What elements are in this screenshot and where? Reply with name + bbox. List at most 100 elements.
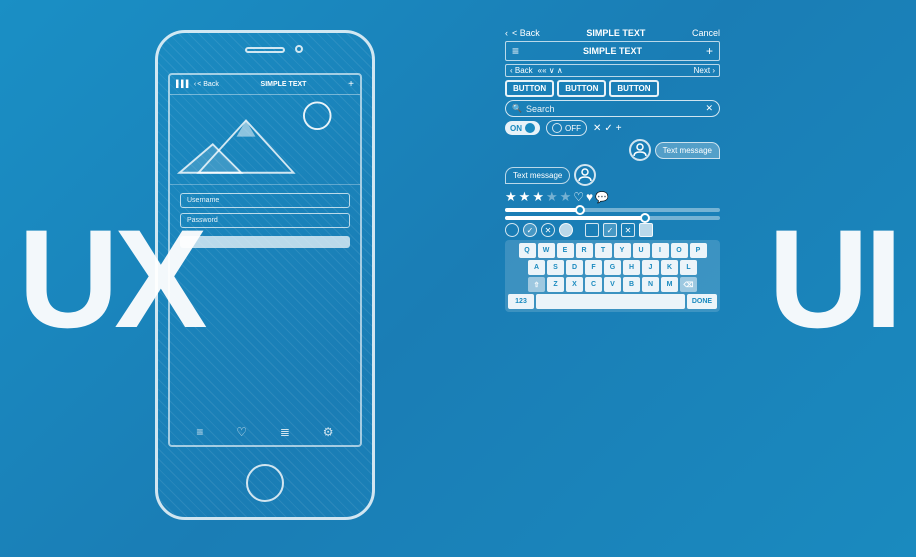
key-u[interactable]: U (633, 243, 650, 258)
signal-icon: ▌▌▌ (176, 81, 191, 88)
slider-1-track[interactable] (505, 208, 720, 212)
search-input[interactable]: Search (526, 104, 701, 114)
key-i[interactable]: I (652, 243, 669, 258)
key-k[interactable]: K (661, 260, 678, 275)
nav-heart-icon[interactable]: ♡ (236, 425, 247, 439)
key-g[interactable]: G (604, 260, 621, 275)
key-f[interactable]: F (585, 260, 602, 275)
checkbox-x-1[interactable]: ✕ (621, 223, 635, 237)
phone-plus-button[interactable]: + (348, 79, 354, 90)
key-z[interactable]: Z (547, 277, 564, 292)
phone-home-button[interactable] (246, 464, 284, 502)
key-space[interactable] (536, 294, 685, 309)
key-h[interactable]: H (623, 260, 640, 275)
bread-chevrons[interactable]: «« ∨ ∧ (538, 66, 563, 75)
key-y[interactable]: Y (614, 243, 631, 258)
checkbox-check-1[interactable]: ✓ (603, 223, 617, 237)
radio-filled-1[interactable] (559, 223, 573, 237)
phone-back-button[interactable]: ‹ < Back (194, 81, 219, 88)
sender-avatar (629, 139, 651, 161)
menu-plus[interactable]: + (706, 44, 713, 58)
key-p[interactable]: P (690, 243, 707, 258)
key-shift[interactable]: ⇧ (528, 277, 545, 292)
heart-empty-1[interactable]: ♡ (573, 190, 584, 204)
phone-image-area (170, 95, 360, 185)
key-backspace[interactable]: ⌫ (680, 277, 697, 292)
menu-icon[interactable]: ≡ (512, 44, 519, 58)
phone-login-button[interactable] (180, 236, 350, 248)
slider-2-track[interactable] (505, 216, 720, 220)
keyboard-row-2: A S D F G H J K L (508, 260, 717, 275)
key-q[interactable]: Q (519, 243, 536, 258)
buttons-row: BUTTON BUTTON BUTTON (505, 80, 720, 97)
toggle-row: ON OFF ✕ ✓ + (505, 120, 720, 136)
phone-title: SIMPLE TEXT (219, 81, 348, 88)
key-123[interactable]: 123 (508, 294, 534, 309)
star-3[interactable]: ★ (532, 189, 544, 205)
key-t[interactable]: T (595, 243, 612, 258)
key-j[interactable]: J (642, 260, 659, 275)
key-w[interactable]: W (538, 243, 555, 258)
button-3[interactable]: BUTTON (609, 80, 658, 97)
avatar-icon-2 (577, 167, 593, 183)
toggle-off-circle (552, 123, 562, 133)
key-d[interactable]: D (566, 260, 583, 275)
cancel-button[interactable]: Cancel (692, 28, 720, 38)
back-label[interactable]: < Back (512, 28, 540, 38)
keyboard: Q W E R T Y U I O P A S D F G H J K L (505, 240, 720, 312)
star-2[interactable]: ★ (519, 189, 531, 205)
toggle-extra-icons: ✕ ✓ + (593, 123, 622, 134)
phone-mockup: ▌▌▌ ‹ < Back SIMPLE TEXT + (155, 30, 375, 520)
back-chevron[interactable]: ‹ (505, 28, 508, 38)
toggle-off[interactable]: OFF (546, 120, 587, 136)
bread-back[interactable]: ‹ Back (510, 66, 533, 75)
key-o[interactable]: O (671, 243, 688, 258)
checkbox-filled-1[interactable] (639, 223, 653, 237)
checkboxes-row: ✓ ✕ ✓ ✕ (505, 223, 720, 237)
key-b[interactable]: B (623, 277, 640, 292)
key-x[interactable]: X (566, 277, 583, 292)
nav-list-icon[interactable]: ≣ (280, 425, 290, 439)
button-1[interactable]: BUTTON (505, 80, 554, 97)
phone-screen: ▌▌▌ ‹ < Back SIMPLE TEXT + (168, 73, 362, 447)
search-clear-button[interactable]: ✕ (705, 103, 713, 114)
ui-components-panel: ‹ < Back SIMPLE TEXT Cancel ≡ SIMPLE TEX… (505, 28, 720, 312)
receiver-avatar (574, 164, 596, 186)
sent-message: Text message (655, 142, 720, 159)
radio-empty-1[interactable] (505, 223, 519, 237)
ui-label: UI (768, 209, 898, 349)
star-4[interactable]: ★ (546, 189, 558, 205)
slider-1-thumb[interactable] (575, 205, 585, 215)
checkbox-empty-1[interactable] (585, 223, 599, 237)
key-m[interactable]: M (661, 277, 678, 292)
keyboard-row-1: Q W E R T Y U I O P (508, 243, 717, 258)
star-1[interactable]: ★ (505, 189, 517, 205)
password-field[interactable]: Password (180, 213, 350, 228)
key-l[interactable]: L (680, 260, 697, 275)
key-r[interactable]: R (576, 243, 593, 258)
toggle-on-label: ON (510, 124, 522, 133)
key-s[interactable]: S (547, 260, 564, 275)
search-bar[interactable]: 🔍 Search ✕ (505, 100, 720, 117)
star-5[interactable]: ★ (560, 189, 572, 205)
radio-x-1[interactable]: ✕ (541, 223, 555, 237)
key-a[interactable]: A (528, 260, 545, 275)
nav-bar-row: ‹ < Back SIMPLE TEXT Cancel (505, 28, 720, 38)
heart-filled[interactable]: ♥ (586, 190, 593, 204)
plus-icon: + (616, 123, 622, 134)
slider-2-thumb[interactable] (640, 213, 650, 223)
username-field[interactable]: Username (180, 193, 350, 208)
bread-next[interactable]: Next › (694, 66, 715, 75)
nav-menu-icon[interactable]: ≡ (196, 425, 203, 439)
comment-icon[interactable]: 💬 (595, 191, 609, 204)
nav-settings-icon[interactable]: ⚙ (323, 425, 334, 439)
key-c[interactable]: C (585, 277, 602, 292)
key-e[interactable]: E (557, 243, 574, 258)
menu-title: SIMPLE TEXT (525, 46, 700, 56)
radio-check-1[interactable]: ✓ (523, 223, 537, 237)
button-2[interactable]: BUTTON (557, 80, 606, 97)
key-done[interactable]: DONE (687, 294, 717, 309)
toggle-on[interactable]: ON (505, 121, 540, 135)
key-n[interactable]: N (642, 277, 659, 292)
key-v[interactable]: V (604, 277, 621, 292)
